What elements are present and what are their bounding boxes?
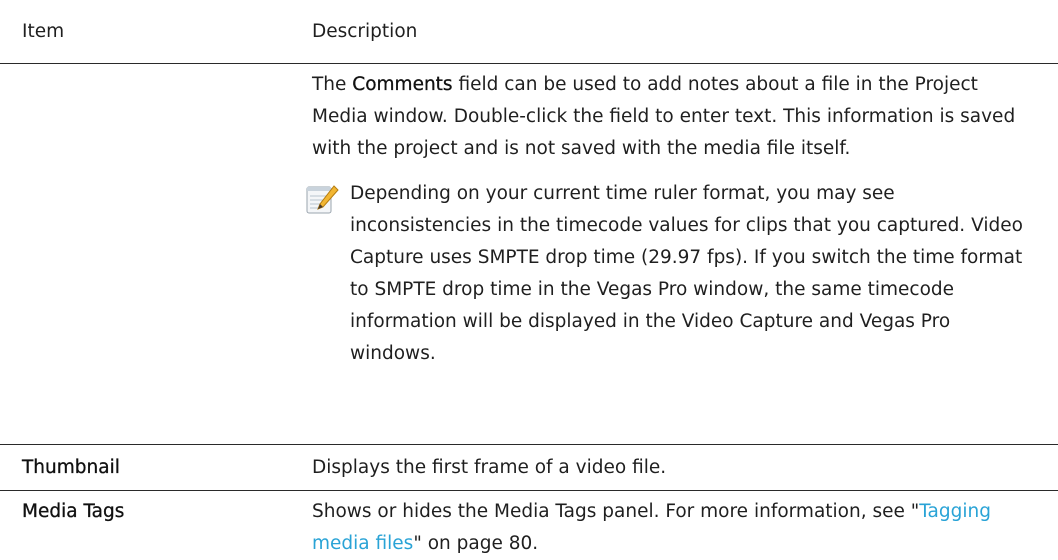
- header-item: Item: [22, 21, 65, 42]
- comments-text-before: The: [312, 74, 353, 95]
- media-tags-paragraph: Shows or hides the Media Tags panel. For…: [312, 496, 1038, 560]
- header-description: Description: [312, 21, 418, 42]
- thumbnail-description: Displays the first frame of a video file…: [312, 457, 667, 478]
- media-tags-text-after: " on page 80.: [413, 533, 539, 554]
- media-tags-description-cell: Shows or hides the Media Tags panel. For…: [312, 496, 1058, 560]
- table-row-media-tags: Media Tags Shows or hides the Media Tags…: [0, 491, 1058, 560]
- comments-item-cell: [0, 69, 312, 444]
- comments-term: Comments: [352, 74, 453, 95]
- thumbnail-item-cell: Thumbnail: [0, 457, 312, 478]
- comments-description-cell: The Comments field can be used to add no…: [306, 69, 1058, 444]
- timecode-note: Depending on your current time ruler for…: [306, 178, 1038, 370]
- comments-paragraph: The Comments field can be used to add no…: [312, 69, 1038, 165]
- note-text: Depending on your current time ruler for…: [350, 183, 1023, 364]
- table-row-thumbnail: Thumbnail Displays the first frame of a …: [0, 445, 1058, 491]
- table-row-comments: The Comments field can be used to add no…: [0, 64, 1058, 445]
- thumbnail-term: Thumbnail: [22, 457, 120, 478]
- media-tags-item-cell: Media Tags: [0, 496, 312, 560]
- media-tags-term: Media Tags: [22, 501, 125, 522]
- media-tags-text-before: Shows or hides the Media Tags panel. For…: [312, 501, 920, 522]
- note-pencil-icon: [304, 182, 340, 216]
- description-table: Item Description The Comments field can …: [0, 0, 1058, 560]
- table-header: Item Description: [0, 0, 1058, 64]
